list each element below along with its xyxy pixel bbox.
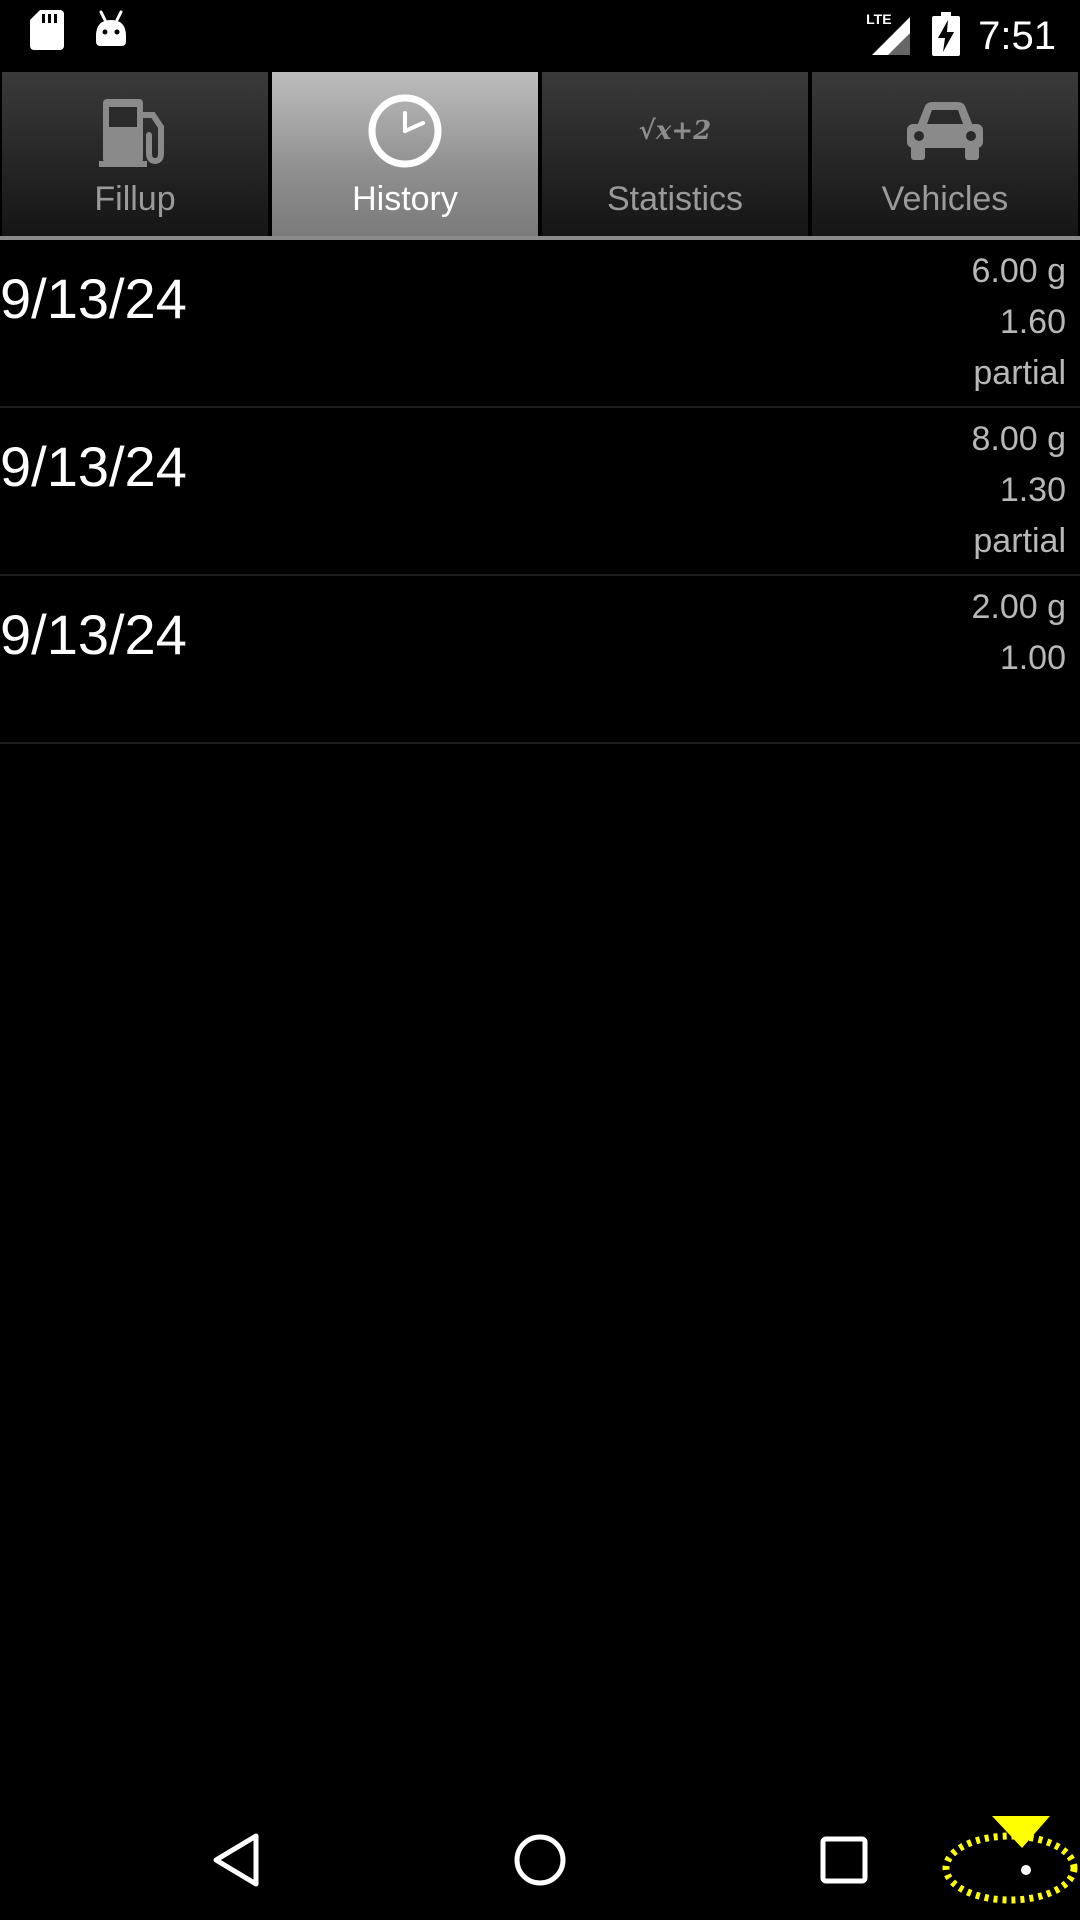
- history-row[interactable]: 9/13/24 2.00 g 1.00: [0, 576, 1080, 744]
- history-row[interactable]: 9/13/24 8.00 g 1.30 partial: [0, 408, 1080, 576]
- car-icon: [895, 86, 995, 176]
- back-button[interactable]: [204, 1830, 268, 1894]
- sqrt-formula-icon: √x+2: [625, 86, 725, 176]
- history-date: 9/13/24: [0, 603, 187, 666]
- history-amount: 8.00 g: [971, 420, 1066, 458]
- history-note: partial: [973, 354, 1066, 392]
- recents-button[interactable]: [812, 1830, 876, 1894]
- history-date: 9/13/24: [0, 267, 187, 330]
- android-icon: [94, 10, 128, 55]
- fuel-pump-icon: [85, 86, 185, 176]
- back-icon: [210, 1832, 262, 1893]
- navigation-bar: [0, 1800, 1080, 1920]
- history-list: 9/13/24 6.00 g 1.60 partial 9/13/24 8.00…: [0, 240, 1080, 744]
- status-left-icons: [30, 10, 128, 55]
- tab-vehicles[interactable]: Vehicles: [812, 72, 1078, 236]
- sd-card-icon: [30, 10, 64, 55]
- sqrt-formula-text: √x+2: [638, 116, 712, 146]
- history-date: 9/13/24: [0, 435, 187, 498]
- tab-statistics[interactable]: √x+2 Statistics: [542, 72, 808, 236]
- battery-charging-icon: [932, 11, 961, 61]
- history-details: 2.00 g 1.00: [971, 582, 1066, 684]
- tap-marker-overlay: [940, 1812, 1080, 1912]
- history-note: partial: [973, 522, 1066, 560]
- home-button[interactable]: [508, 1830, 572, 1894]
- status-time: 7:51: [978, 14, 1056, 58]
- history-amount: 6.00 g: [971, 252, 1066, 290]
- tab-history-label: History: [352, 180, 458, 218]
- history-row[interactable]: 9/13/24 6.00 g 1.60 partial: [0, 240, 1080, 408]
- tab-history[interactable]: History: [272, 72, 538, 236]
- tab-statistics-label: Statistics: [606, 180, 744, 218]
- recents-icon: [819, 1835, 869, 1890]
- tab-bar: Fillup History √x+2 Statistics Vehicles: [0, 72, 1080, 240]
- history-details: 6.00 g 1.60 partial: [971, 246, 1066, 399]
- clock-icon: [355, 86, 455, 176]
- history-price: 1.30: [999, 471, 1066, 509]
- history-details: 8.00 g 1.30 partial: [971, 414, 1066, 567]
- status-bar: LTE 7:51: [0, 0, 1080, 72]
- tab-fillup-label: Fillup: [94, 180, 176, 218]
- status-right-icons: LTE 7:51: [866, 8, 1056, 64]
- home-icon: [512, 1832, 568, 1893]
- history-price: 1.00: [999, 639, 1066, 677]
- lte-signal-icon: LTE: [866, 11, 914, 61]
- tab-vehicles-label: Vehicles: [881, 180, 1009, 218]
- screen: LTE 7:51 Fillup History √x+2 Statistics …: [0, 0, 1080, 1920]
- history-amount: 2.00 g: [971, 588, 1066, 626]
- tab-fillup[interactable]: Fillup: [2, 72, 268, 236]
- history-price: 1.60: [999, 303, 1066, 341]
